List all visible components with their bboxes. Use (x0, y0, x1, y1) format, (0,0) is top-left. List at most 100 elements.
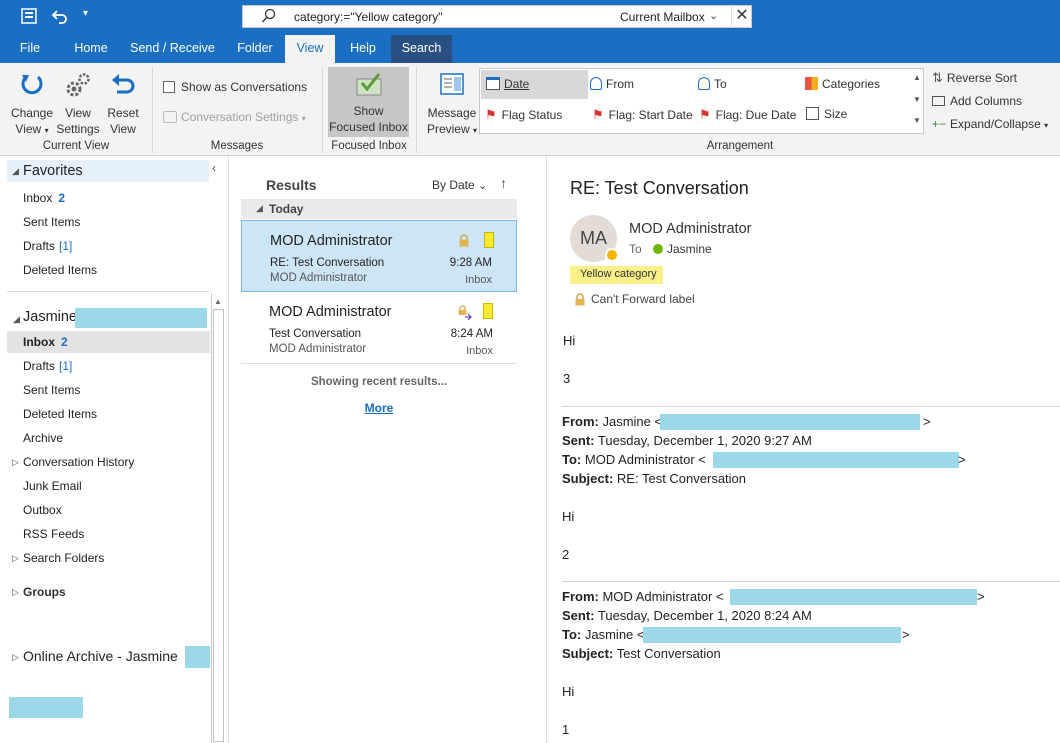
more-results-link[interactable]: More (234, 401, 524, 415)
groups-header[interactable]: Groups (23, 585, 66, 599)
search-status: Showing recent results... (310, 376, 448, 388)
undo-icon[interactable] (51, 7, 69, 29)
folder-conversation-history[interactable]: Conversation History (23, 455, 134, 469)
view-settings-button[interactable]: View Settings (54, 71, 102, 137)
expand-triangle-icon[interactable]: ▷ (12, 587, 19, 598)
sort-dropdown[interactable]: By Date ⌄ (432, 178, 487, 192)
category-badge[interactable]: Yellow category (570, 266, 663, 284)
favorite-deleted-items[interactable]: Deleted Items (23, 263, 97, 277)
favorite-drafts[interactable]: Drafts [1] (23, 239, 72, 253)
quoted-from: From: Jasmine < (562, 414, 663, 429)
tab-view[interactable]: View (285, 35, 335, 63)
search-query[interactable]: category:="Yellow category" (294, 10, 443, 24)
reverse-sort-button[interactable]: ⇅ Reverse Sort (932, 70, 1017, 86)
tab-folder[interactable]: Folder (227, 35, 283, 63)
arrange-by-date[interactable]: Date (481, 70, 588, 99)
reverse-sort-icon: ⇅ (932, 70, 943, 85)
tab-search[interactable]: Search (391, 35, 452, 63)
message-preview-button[interactable]: Message Preview ▾ (424, 71, 480, 139)
message-item[interactable]: MOD Administrator RE: Test Conversation … (241, 220, 517, 292)
chevron-down-icon: ⌄ (478, 180, 488, 192)
expand-collapse-button[interactable]: +− Expand/Collapse ▾ (932, 116, 1048, 134)
quoted-subject: Subject: RE: Test Conversation (562, 471, 747, 486)
folder-search-folders[interactable]: Search Folders (23, 551, 104, 565)
arrange-by-flag-due-date[interactable]: ⚑ Flag: Due Date (699, 107, 796, 123)
collapse-triangle-icon[interactable]: ◢ (13, 314, 20, 325)
person-icon (590, 77, 602, 90)
folder-inbox[interactable]: Inbox 2 (23, 335, 68, 349)
online-archive-header[interactable]: Online Archive - Jasmine (23, 648, 178, 664)
show-focused-inbox-button[interactable]: Show Focused Inbox (328, 67, 409, 137)
redacted-email (185, 646, 210, 668)
redacted-email (730, 589, 977, 605)
sort-direction-icon[interactable]: ↑ (500, 175, 507, 191)
folder-outbox[interactable]: Outbox (23, 503, 62, 517)
close-search-icon[interactable]: ✕ (731, 5, 752, 28)
body-line: 3 (563, 371, 571, 386)
quoted-to: To: Jasmine < (562, 627, 645, 642)
quoted-bracket: > (902, 627, 910, 642)
chevron-down-icon[interactable]: ⌄ (709, 9, 718, 22)
sender-name[interactable]: MOD Administrator (629, 221, 751, 237)
favorites-header[interactable]: ◢ Favorites (7, 160, 209, 182)
redacted-email (75, 308, 207, 328)
arrange-by-size[interactable]: Size (806, 107, 847, 121)
folder-archive[interactable]: Archive (23, 431, 63, 445)
quoted-bracket: > (977, 589, 985, 604)
gallery-scroll-up-icon[interactable]: ▲ (910, 73, 924, 82)
checkbox-icon[interactable] (163, 81, 175, 93)
message-item[interactable]: MOD Administrator Test Conversation MOD … (241, 292, 517, 364)
tab-home[interactable]: Home (62, 35, 120, 63)
expand-collapse-icon: +− (932, 117, 947, 131)
scroll-thumb[interactable] (213, 309, 224, 742)
conversation-settings-button[interactable]: Conversation Settings ▾ (163, 109, 306, 127)
reset-view-button[interactable]: Reset View (102, 71, 144, 137)
folder-deleted-items[interactable]: Deleted Items (23, 407, 97, 421)
collapse-pane-icon[interactable]: ‹ (212, 161, 216, 175)
change-view-icon (4, 71, 60, 103)
message-preview-icon (424, 71, 480, 103)
group-header-today[interactable]: ◢ Today (241, 199, 517, 219)
add-columns-button[interactable]: Add Columns (932, 93, 1022, 109)
expand-triangle-icon[interactable]: ▷ (12, 457, 19, 468)
flag-icon: ⚑ (485, 107, 497, 122)
folder-sent-items[interactable]: Sent Items (23, 383, 80, 397)
gallery-scroll-down-icon[interactable]: ▼ (910, 95, 924, 104)
collapse-triangle-icon[interactable]: ◢ (12, 166, 19, 177)
search-box[interactable]: category:="Yellow category" Current Mail… (242, 5, 752, 28)
change-view-button[interactable]: Change View ▾ (4, 71, 60, 139)
gallery-more-icon[interactable]: ▼ (910, 116, 924, 125)
folder-rss-feeds[interactable]: RSS Feeds (23, 527, 84, 541)
yellow-category-tag (484, 232, 494, 248)
expand-triangle-icon[interactable]: ▷ (12, 553, 19, 564)
expand-triangle-icon[interactable]: ▷ (12, 652, 19, 663)
folder-drafts[interactable]: Drafts [1] (23, 359, 72, 373)
body-line: 2 (562, 547, 570, 562)
favorite-sent-items[interactable]: Sent Items (23, 215, 80, 229)
account-header[interactable]: Jasmine (23, 309, 77, 325)
show-as-conversations-checkbox[interactable]: Show as Conversations (163, 79, 307, 95)
search-scope-dropdown[interactable]: Current Mailbox (620, 10, 705, 24)
arrangement-gallery: Date From To Categories ⚑ Flag Status ⚑ Fl… (479, 68, 924, 134)
arrange-by-flag-start-date[interactable]: ⚑ Flag: Start Date (592, 107, 693, 123)
tab-help[interactable]: Help (337, 35, 389, 63)
quick-access-dropdown-icon[interactable]: ▾ (83, 8, 88, 19)
arrange-by-from[interactable]: From (590, 77, 634, 91)
redacted-block (9, 697, 83, 718)
lock-icon (574, 293, 586, 309)
body-line: Hi (563, 333, 576, 348)
favorite-inbox[interactable]: Inbox 2 (23, 191, 65, 205)
quoted-bracket: > (923, 414, 931, 429)
tab-send-receive[interactable]: Send / Receive (124, 35, 221, 63)
group-label-focused-inbox: Focused Inbox (331, 140, 407, 152)
folder-scrollbar[interactable] (211, 293, 212, 743)
scroll-up-icon[interactable]: ▲ (214, 297, 222, 306)
recipient-name[interactable]: Jasmine (667, 242, 712, 256)
folder-junk-email[interactable]: Junk Email (23, 479, 82, 493)
arrange-by-categories[interactable]: Categories (805, 77, 880, 91)
arrange-by-to[interactable]: To (698, 77, 727, 91)
tab-file[interactable]: File (0, 35, 60, 63)
arrange-by-flag-status[interactable]: ⚑ Flag Status (485, 107, 562, 123)
collapse-triangle-icon[interactable]: ◢ (256, 203, 263, 214)
reading-pane: RE: Test Conversation MA MOD Administrat… (548, 156, 1060, 743)
